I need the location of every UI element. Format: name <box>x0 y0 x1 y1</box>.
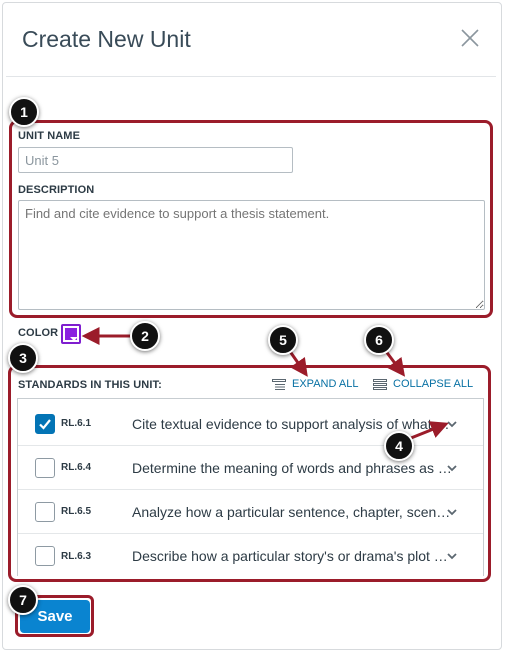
checkmark-icon <box>39 418 51 430</box>
unit-name-input[interactable] <box>18 147 293 173</box>
close-icon <box>461 29 479 47</box>
close-button[interactable] <box>458 26 482 50</box>
annotation-badge-3: 3 <box>8 343 38 373</box>
description-textarea[interactable] <box>18 200 485 310</box>
standards-list: RL.6.1 Cite textual evidence to support … <box>17 398 484 576</box>
header-divider <box>6 76 496 77</box>
unit-name-label: UNIT NAME <box>18 130 81 142</box>
standard-code: RL.6.1 <box>61 418 92 429</box>
standard-row[interactable]: RL.6.1 Cite textual evidence to support … <box>18 402 483 446</box>
expand-all-icon <box>272 378 286 390</box>
standard-row[interactable]: RL.6.5 Analyze how a particular sentence… <box>18 490 483 534</box>
annotation-badge-7: 7 <box>8 585 38 615</box>
standard-description: Cite textual evidence to support analysi… <box>132 415 452 432</box>
color-label: COLOR <box>18 327 59 339</box>
chevron-down-icon <box>70 337 78 341</box>
chevron-down-icon[interactable] <box>446 506 458 518</box>
standard-checkbox[interactable] <box>35 501 55 522</box>
collapse-all-label: COLLAPSE ALL <box>393 378 474 390</box>
annotation-badge-2: 2 <box>130 321 160 351</box>
annotation-badge-4: 4 <box>384 431 414 461</box>
chevron-down-icon[interactable] <box>446 418 458 430</box>
standard-code: RL.6.5 <box>61 506 92 517</box>
standard-row[interactable]: RL.6.3 Describe how a particular story's… <box>18 534 483 576</box>
chevron-down-icon[interactable] <box>446 550 458 562</box>
standard-row[interactable]: RL.6.4 Determine the meaning of words an… <box>18 446 483 490</box>
dialog-title: Create New Unit <box>22 26 191 52</box>
description-label: DESCRIPTION <box>18 184 95 196</box>
collapse-all-icon <box>373 378 387 390</box>
standard-description: Describe how a particular story's or dra… <box>132 548 452 564</box>
annotation-badge-1: 1 <box>9 97 39 127</box>
chevron-down-icon[interactable] <box>446 462 458 474</box>
standard-description: Analyze how a particular sentence, chapt… <box>132 503 452 520</box>
standard-code: RL.6.3 <box>61 550 92 562</box>
expand-all-button[interactable]: EXPAND ALL <box>272 378 358 390</box>
standard-checkbox[interactable] <box>35 457 55 478</box>
standard-description: Determine the meaning of words and phras… <box>132 459 452 476</box>
standard-code: RL.6.4 <box>61 462 92 473</box>
annotation-badge-5: 5 <box>268 325 298 355</box>
expand-all-label: EXPAND ALL <box>292 378 359 390</box>
standard-checkbox[interactable] <box>35 413 55 434</box>
color-swatch-fill <box>65 328 78 341</box>
collapse-all-button[interactable]: COLLAPSE ALL <box>373 378 473 390</box>
annotation-badge-6: 6 <box>364 325 394 355</box>
standards-header: STANDARDS IN THIS UNIT: <box>18 379 162 391</box>
color-picker-button[interactable] <box>61 324 81 344</box>
standard-checkbox[interactable] <box>35 546 55 566</box>
